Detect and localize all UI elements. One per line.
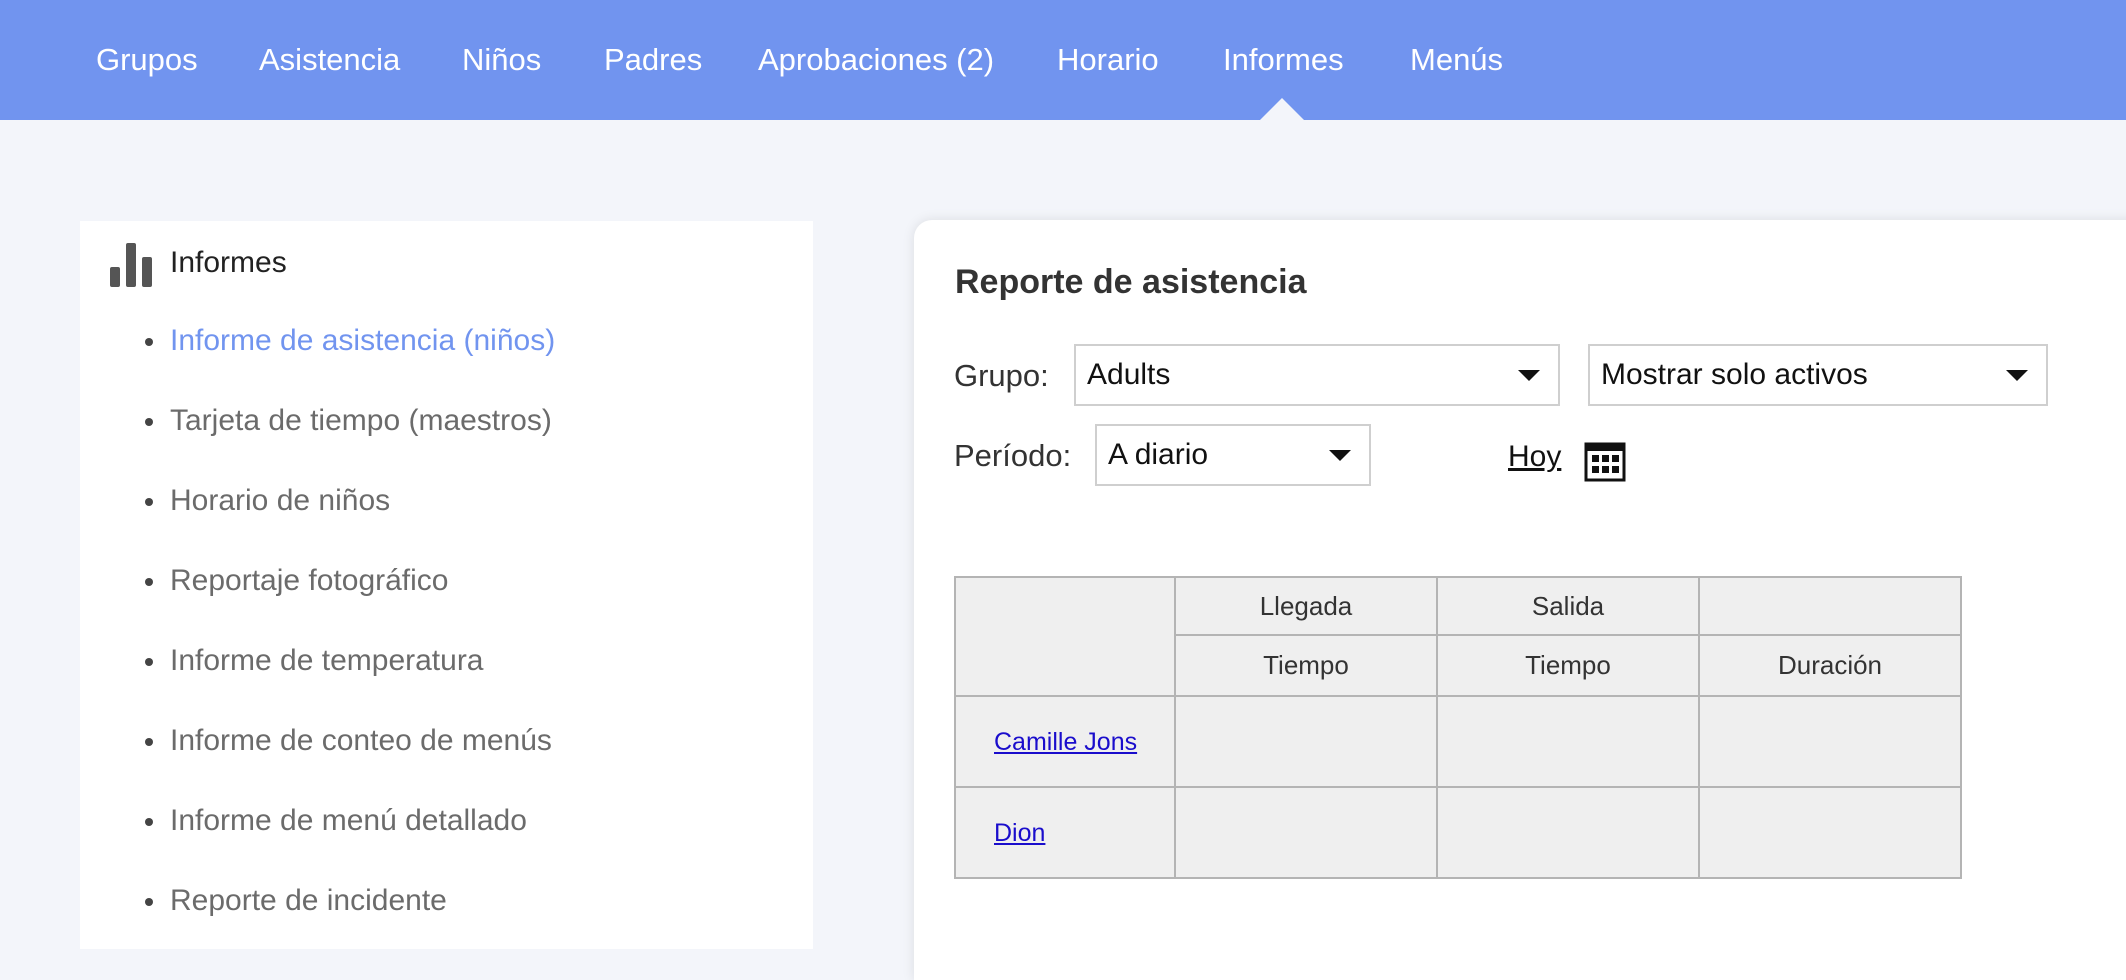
active-nav-indicator	[1260, 98, 1304, 120]
nav-item-menus[interactable]: Menús	[1410, 0, 1503, 120]
table-corner-cell	[954, 576, 1176, 697]
bullet	[145, 898, 153, 906]
child-link[interactable]: Camille Jons	[994, 728, 1137, 756]
departure-header: Salida	[1436, 576, 1700, 636]
arrival-cell	[1174, 695, 1438, 788]
departure-time-header: Tiempo	[1436, 634, 1700, 697]
period-label: Período:	[954, 438, 1072, 473]
duration-cell	[1698, 695, 1962, 788]
sidebar-item-label: Reporte de incidente	[170, 884, 447, 917]
bullet	[145, 578, 153, 586]
sidebar-item-conteo-menus[interactable]: Informe de conteo de menús	[145, 721, 552, 761]
nav-item-asistencia[interactable]: Asistencia	[259, 0, 400, 120]
sidebar-item-label: Informe de asistencia (niños)	[170, 324, 556, 357]
page-title: Reporte de asistencia	[955, 263, 1307, 301]
attendance-table: Llegada Salida Tiempo Tiempo Duración Ca…	[954, 576, 1962, 879]
child-name-cell: Dion	[954, 786, 1176, 879]
table-row: Camille Jons	[954, 695, 1962, 788]
nav-item-horario[interactable]: Horario	[1057, 0, 1159, 120]
bullet	[145, 418, 153, 426]
period-select-value: A diario	[1108, 438, 1209, 471]
today-link[interactable]: Hoy	[1508, 437, 1561, 477]
reports-sidebar: Informes Informe de asistencia (niños) T…	[80, 221, 813, 949]
nav-item-ninos[interactable]: Niños	[462, 0, 541, 120]
sidebar-item-label: Informe de menú detallado	[170, 804, 527, 837]
chevron-down-icon	[1329, 450, 1351, 461]
arrival-cell	[1174, 786, 1438, 879]
calendar-icon[interactable]	[1584, 440, 1626, 482]
top-nav: Grupos Asistencia Niños Padres Aprobacio…	[0, 0, 2126, 120]
active-filter-value: Mostrar solo activos	[1601, 358, 1868, 391]
sidebar-item-tarjeta-tiempo[interactable]: Tarjeta de tiempo (maestros)	[145, 401, 552, 441]
attendance-report-panel: Reporte de asistencia Grupo: Adults Most…	[914, 220, 2126, 980]
sidebar-item-horario-ninos[interactable]: Horario de niños	[145, 481, 391, 521]
bullet	[145, 498, 153, 506]
nav-item-padres[interactable]: Padres	[604, 0, 702, 120]
duration-header: Duración	[1698, 634, 1962, 697]
group-select[interactable]: Adults	[1074, 344, 1560, 406]
table-header-row: Llegada Salida	[954, 576, 1962, 697]
arrival-header: Llegada	[1174, 576, 1438, 636]
sidebar-item-label: Informe de conteo de menús	[170, 724, 552, 757]
child-link[interactable]: Dion	[994, 819, 1045, 847]
sidebar-item-label: Informe de temperatura	[170, 644, 484, 677]
duration-cell	[1698, 786, 1962, 879]
table-row: Dion	[954, 786, 1962, 879]
sidebar-item-menu-detallado[interactable]: Informe de menú detallado	[145, 801, 527, 841]
departure-cell	[1436, 695, 1700, 788]
sidebar-item-reporte-incidente[interactable]: Reporte de incidente	[145, 881, 447, 921]
sidebar-item-informe-temperatura[interactable]: Informe de temperatura	[145, 641, 484, 681]
nav-item-aprobaciones[interactable]: Aprobaciones (2)	[758, 0, 994, 120]
nav-item-grupos[interactable]: Grupos	[96, 0, 198, 120]
sidebar-item-label: Tarjeta de tiempo (maestros)	[170, 404, 552, 437]
sidebar-item-label: Horario de niños	[170, 484, 391, 517]
arrival-time-header: Tiempo	[1174, 634, 1438, 697]
bar-chart-icon	[110, 243, 152, 287]
chevron-down-icon	[1518, 370, 1540, 381]
bullet	[145, 658, 153, 666]
departure-cell	[1436, 786, 1700, 879]
bullet	[145, 738, 153, 746]
sidebar-item-label: Reportaje fotográfico	[170, 564, 449, 597]
bullet	[145, 338, 153, 346]
period-select[interactable]: A diario	[1095, 424, 1371, 486]
group-label: Grupo:	[954, 358, 1049, 393]
child-name-cell: Camille Jons	[954, 695, 1176, 788]
sidebar-title: Informes	[170, 246, 287, 279]
bullet	[145, 818, 153, 826]
sidebar-item-informe-asistencia[interactable]: Informe de asistencia (niños)	[145, 321, 556, 361]
group-select-value: Adults	[1087, 358, 1171, 391]
blank-header	[1698, 576, 1962, 636]
sidebar-item-reportaje-fotografico[interactable]: Reportaje fotográfico	[145, 561, 449, 601]
chevron-down-icon	[2006, 370, 2028, 381]
active-filter-select[interactable]: Mostrar solo activos	[1588, 344, 2048, 406]
